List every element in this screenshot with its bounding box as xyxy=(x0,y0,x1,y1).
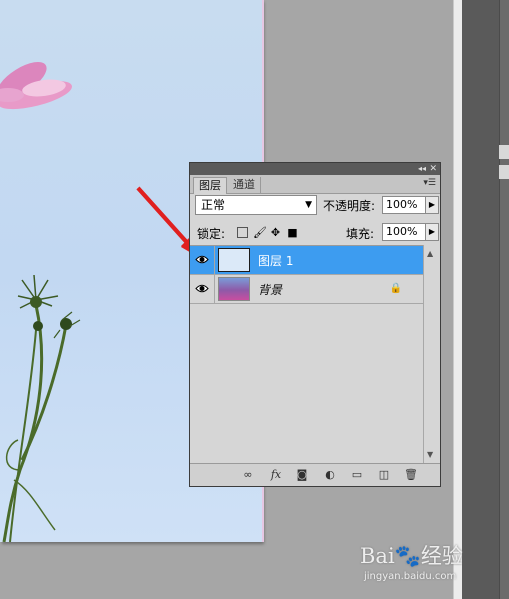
tab-channels[interactable]: 通道 xyxy=(228,177,261,193)
new-layer-icon[interactable]: ◫ xyxy=(377,468,391,482)
panel-titlebar[interactable]: ◂◂ ✕ xyxy=(190,163,440,175)
link-icon[interactable]: ∞ xyxy=(240,468,256,482)
collapsed-panel-tab[interactable] xyxy=(499,165,509,179)
row-divider xyxy=(214,246,215,274)
fx-icon[interactable]: fx xyxy=(267,468,285,482)
layer-name[interactable]: 图层 1 xyxy=(258,252,293,269)
collapse-icon[interactable]: ◂◂ xyxy=(418,163,426,175)
layers-list: 图层 1 背景 🔒 xyxy=(190,245,424,464)
collapsed-panel-tab[interactable] xyxy=(499,145,509,159)
fill-slider-arrow[interactable]: ▶ xyxy=(425,223,439,241)
panel-menu-icon[interactable]: ▾☰ xyxy=(423,178,436,188)
layer-row[interactable]: 图层 1 xyxy=(190,246,424,275)
panel-bottom-toolbar: ∞ fx ◙ ◐ ▭ ◫ 🗑 xyxy=(190,463,440,486)
adjustment-icon[interactable]: ◐ xyxy=(323,468,337,482)
blend-mode-value: 正常 xyxy=(201,198,226,212)
lock-icon[interactable]: ■ xyxy=(287,227,298,238)
layer-name[interactable]: 背景 xyxy=(258,281,282,298)
fill-input[interactable]: 100% xyxy=(382,223,426,241)
layer-thumbnail xyxy=(218,277,250,301)
lock-transparent-icon[interactable] xyxy=(237,227,248,238)
chevron-down-icon: ▼ xyxy=(305,200,312,210)
watermark-brand: Bai🐾经验 xyxy=(360,544,463,568)
opacity-slider-arrow[interactable]: ▶ xyxy=(425,196,439,214)
fill-label: 填充: xyxy=(346,227,375,241)
move-icon[interactable]: ✥ xyxy=(270,227,281,238)
folder-icon[interactable]: ▭ xyxy=(350,468,364,482)
eye-icon[interactable] xyxy=(195,283,209,294)
layer-row[interactable]: 背景 🔒 xyxy=(190,275,424,304)
layers-scrollbar[interactable]: ▲ ▼ xyxy=(423,245,438,463)
lock-label: 锁定: xyxy=(197,227,226,241)
lock-icon: 🔒 xyxy=(389,283,402,294)
lock-fill-row: 锁定: 🖌 ✥ ■ 填充: 100% ▶ xyxy=(195,223,439,243)
watermark: Bai🐾经验 jingyan.baidu.com xyxy=(360,540,490,590)
scroll-up-icon[interactable]: ▲ xyxy=(427,249,433,258)
watermark-url: jingyan.baidu.com xyxy=(364,571,457,582)
tab-layers[interactable]: 图层 xyxy=(193,177,227,194)
mask-icon[interactable]: ◙ xyxy=(295,468,309,482)
layers-panel: ◂◂ ✕ 图层 通道 ▾☰ 正常 ▼ 不透明度: 100% ▶ 锁定: 🖌 ✥ … xyxy=(189,162,441,487)
brush-icon[interactable]: 🖌 xyxy=(253,227,267,238)
eye-icon[interactable] xyxy=(195,254,209,265)
opacity-label: 不透明度: xyxy=(323,199,376,213)
panel-tabs: 图层 通道 ▾☰ xyxy=(190,175,440,194)
blend-opacity-row: 正常 ▼ 不透明度: 100% ▶ xyxy=(195,195,439,217)
right-collapsed-strip[interactable] xyxy=(499,0,509,599)
row-divider xyxy=(214,275,215,303)
close-icon[interactable]: ✕ xyxy=(429,163,437,175)
trash-icon[interactable]: 🗑 xyxy=(404,468,418,482)
layer-thumbnail xyxy=(218,248,250,272)
blend-mode-select[interactable]: 正常 ▼ xyxy=(195,195,317,215)
opacity-input[interactable]: 100% xyxy=(382,196,426,214)
scroll-down-icon[interactable]: ▼ xyxy=(427,450,433,459)
